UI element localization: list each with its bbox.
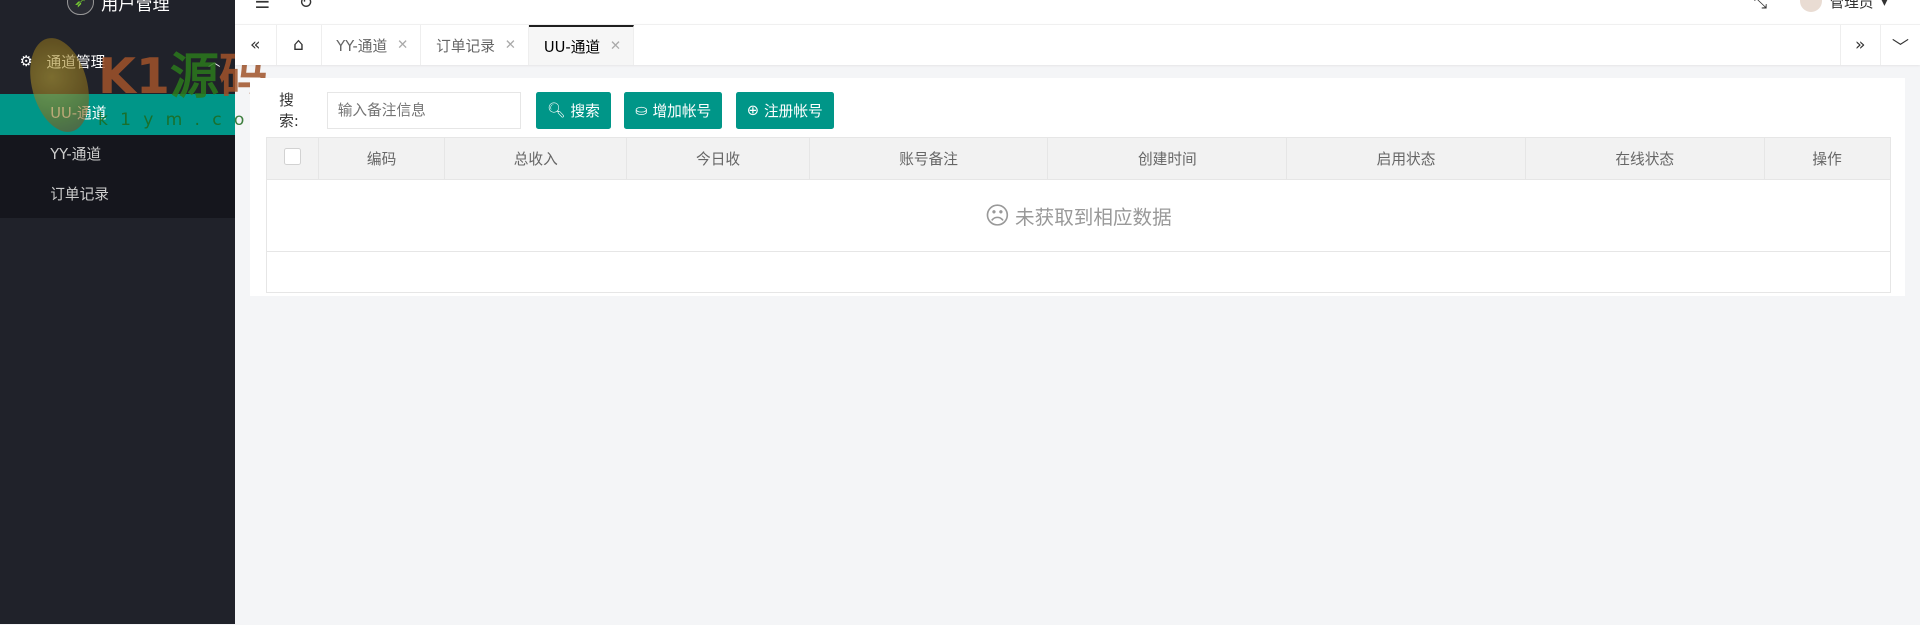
column-header: 今日收 — [626, 137, 810, 180]
tab-orders[interactable]: 订单记录 ✕ — [421, 25, 530, 65]
search-icon: 🔍︎ — [546, 102, 566, 120]
column-header: 创建时间 — [1047, 137, 1288, 180]
data-table: 编码 总收入 今日收 账号备注 创建时间 启用状态 在线状态 操作 ☹ 未获取到相… — [265, 137, 1891, 293]
sidebar: ➶ 用户管理 ⚙ 通道管理 ︿ UU-通道 YY-通道 订单记录 K1源码 k1ym.c… — [0, 0, 273, 625]
rocket-icon: ➶ — [67, 0, 94, 16]
sidebar-group-channel[interactable]: ⚙ 通道管理 ︿ — [0, 43, 235, 80]
menu-toggle-icon[interactable]: ☰ — [255, 0, 270, 13]
register-account-button[interactable]: ⊕ 注册帐号 — [735, 92, 834, 129]
home-icon[interactable]: ⌂ — [277, 25, 322, 65]
tabs-scroll-right-icon[interactable]: » — [1839, 25, 1880, 65]
add-account-button[interactable]: ⛀ 增加帐号 — [624, 92, 723, 129]
column-header: 账号备注 — [808, 137, 1049, 180]
sidebar-item-orders[interactable]: 订单记录 — [0, 175, 235, 215]
table-header: 编码 总收入 今日收 账号备注 创建时间 启用状态 在线状态 操作 — [265, 137, 1891, 180]
tab-yy[interactable]: YY-通道 ✕ — [322, 25, 422, 65]
gear-icon: ⚙ — [19, 52, 33, 70]
caret-down-icon: ▾ — [1880, 0, 1889, 10]
column-header: 编码 — [318, 137, 446, 180]
tab-uu[interactable]: UU-通道 ✕ — [529, 25, 635, 65]
avatar — [1800, 0, 1823, 13]
globe-icon: ⊕ — [746, 101, 760, 119]
top-header: ☰ ↻ ⤡ 管理员 ▾ — [235, 0, 1920, 25]
tabs-scroll-left-icon[interactable]: « — [235, 25, 277, 65]
tab-bar: « ⌂ YY-通道 ✕ 订单记录 ✕ UU-通道 ✕ » ﹀ — [235, 24, 1920, 65]
sidebar-item-uu[interactable]: UU-通道 — [0, 94, 236, 135]
column-header: 在线状态 — [1524, 137, 1765, 180]
chevron-up-icon: ︿ — [208, 55, 221, 70]
content-card: 搜索: 🔍︎搜索 ⛀增加帐号 ⊕注册帐号 编码 总收入 今日收 账号备注 创建时… — [249, 78, 1906, 297]
fullscreen-icon[interactable]: ⤡ — [1753, 0, 1767, 13]
column-header: 启用状态 — [1286, 137, 1526, 180]
close-icon[interactable]: ✕ — [505, 38, 516, 53]
sidebar-item-user-management[interactable]: ➶ 用户管理 — [67, 0, 170, 16]
refresh-icon[interactable]: ↻ — [299, 0, 313, 13]
bucket-icon: ⛀ — [635, 101, 648, 119]
column-header: 总收入 — [444, 137, 628, 180]
sidebar-item-yy[interactable]: YY-通道 — [0, 135, 235, 175]
search-input[interactable] — [326, 92, 522, 129]
chevron-down-icon[interactable]: ﹀ — [1879, 25, 1920, 65]
user-menu[interactable]: 管理员 ▾ — [1800, 0, 1889, 13]
empty-state: ☹ 未获取到相应数据 — [265, 178, 1891, 252]
column-header: 操作 — [1763, 137, 1891, 180]
search-button[interactable]: 🔍︎ 搜索 — [535, 92, 611, 129]
close-icon[interactable]: ✕ — [610, 39, 621, 54]
empty-illustration-icon: ☹ — [984, 200, 1011, 230]
table-footer — [265, 250, 1891, 293]
close-icon[interactable]: ✕ — [397, 38, 408, 53]
search-label: 搜索: — [279, 92, 299, 131]
select-all-checkbox[interactable] — [265, 137, 320, 180]
